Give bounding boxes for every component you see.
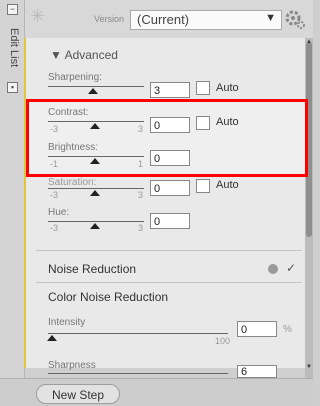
divider	[36, 250, 302, 251]
saturation-thumb[interactable]	[90, 190, 100, 196]
sharpness-label: Sharpness	[48, 360, 96, 371]
hue-label: Hue:	[48, 207, 70, 218]
brightness-min: -1	[50, 159, 59, 169]
brightness-field[interactable]: 0	[150, 150, 190, 166]
contrast-field[interactable]: 0	[150, 117, 190, 133]
contrast-label: Contrast:	[48, 107, 89, 118]
percent-unit: %	[283, 324, 292, 335]
intensity-label: Intensity	[48, 317, 86, 328]
edit-list-label[interactable]: Edit List	[4, 28, 20, 88]
sharpening-field[interactable]: 3	[150, 82, 190, 98]
advanced-title: Advanced	[64, 48, 118, 62]
contrast-auto-label: Auto	[216, 116, 239, 128]
sharpness-field[interactable]: 6	[237, 365, 277, 378]
divider	[36, 282, 302, 283]
sharpening-label: Sharpening:	[48, 72, 102, 83]
triangle-down-icon: ▼	[50, 48, 62, 62]
brightness-max: 1	[138, 159, 144, 169]
sharpening-thumb[interactable]	[88, 88, 98, 94]
contrast-auto-checkbox[interactable]	[196, 116, 210, 130]
saturation-max: 3	[138, 190, 144, 200]
scroll-up-icon[interactable]: ▲	[306, 39, 312, 45]
version-value: (Current)	[137, 12, 190, 27]
new-step-button[interactable]: New Step	[36, 384, 120, 404]
collapse-box[interactable]: −	[7, 4, 18, 15]
saturation-min: -3	[50, 190, 59, 200]
status-dot-icon[interactable]	[268, 264, 278, 274]
brightness-thumb[interactable]	[90, 158, 100, 164]
sharpening-auto-label: Auto	[216, 82, 239, 94]
contrast-max: 3	[138, 124, 144, 134]
saturation-auto-checkbox[interactable]	[196, 179, 210, 193]
scroll-down-icon[interactable]: ▼	[306, 364, 312, 370]
brightness-label: Brightness:	[48, 142, 99, 153]
intensity-max: 100	[215, 336, 231, 346]
intensity-slider[interactable]	[48, 333, 228, 334]
brightness-slider[interactable]	[48, 156, 144, 157]
sharpening-auto-checkbox[interactable]	[196, 81, 210, 95]
hue-thumb[interactable]	[90, 223, 100, 229]
saturation-label: Saturation:	[48, 177, 97, 188]
sidebar-toggle-box[interactable]: ▪	[7, 82, 18, 93]
chevron-down-icon: ▼	[265, 12, 276, 24]
saturation-field[interactable]: 0	[150, 180, 190, 196]
sharpness-slider[interactable]	[48, 373, 228, 374]
star-icon[interactable]: ✳	[30, 6, 45, 27]
contrast-slider[interactable]	[48, 121, 144, 122]
hue-max: 3	[138, 223, 144, 233]
hue-min: -3	[50, 223, 59, 233]
intensity-field[interactable]: 0	[237, 321, 277, 337]
advanced-section-header[interactable]: ▼ Advanced	[50, 48, 118, 62]
sharpening-slider[interactable]	[48, 86, 144, 87]
version-label: Version	[94, 14, 125, 24]
contrast-min: -3	[50, 124, 59, 134]
contrast-thumb[interactable]	[90, 123, 100, 129]
saturation-auto-label: Auto	[216, 179, 239, 191]
color-noise-title: Color Noise Reduction	[48, 290, 169, 304]
check-icon[interactable]: ✓	[286, 261, 296, 275]
gear-icon[interactable]	[284, 8, 306, 30]
saturation-slider[interactable]	[48, 188, 144, 189]
hue-field[interactable]: 0	[150, 213, 190, 229]
version-select[interactable]: (Current) ▼	[130, 10, 282, 30]
intensity-thumb[interactable]	[47, 335, 57, 341]
noise-reduction-title[interactable]: Noise Reduction	[48, 262, 136, 276]
hue-slider[interactable]	[48, 221, 144, 222]
